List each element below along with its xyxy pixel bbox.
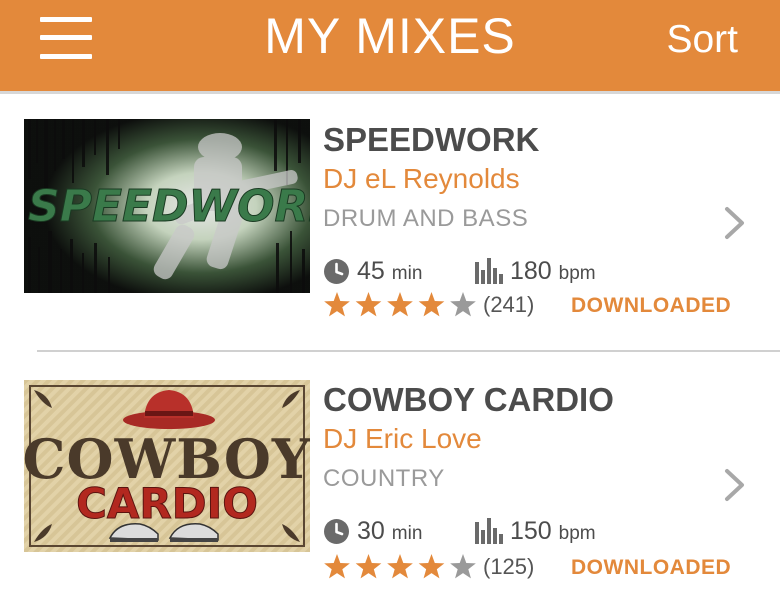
mix-cover-image: SPEEDWORK xyxy=(24,119,310,293)
download-status: DOWNLOADED xyxy=(571,556,732,579)
mix-list-item[interactable]: COWBOY CARDIO COWBOY CARDIO DJ Eric Love… xyxy=(0,356,780,596)
cowboy-cardio-cover-art: COWBOY CARDIO xyxy=(24,380,310,552)
page-title: MY MIXES xyxy=(264,8,516,64)
chevron-right-icon xyxy=(725,207,744,239)
star-empty-icon xyxy=(450,292,476,317)
mix-genre: COUNTRY xyxy=(323,465,445,492)
star-filled-icon xyxy=(387,292,413,317)
cover-title-text: SPEEDWORK xyxy=(28,181,310,232)
star-filled-icon xyxy=(355,554,382,579)
mix-meta: 30 min 150 bpm xyxy=(323,516,723,548)
mix-genre: DRUM AND BASS xyxy=(323,205,529,232)
mix-meta: 45 min 180 bpm xyxy=(323,256,723,288)
sort-button[interactable]: Sort xyxy=(666,18,738,62)
bpm-value: 150 xyxy=(510,517,552,545)
mix-dj-name: DJ eL Reynolds xyxy=(323,163,520,194)
star-rating xyxy=(324,554,476,579)
mix-title: SPEEDWORK xyxy=(323,121,540,158)
duration-unit: min xyxy=(391,523,423,544)
star-filled-icon xyxy=(418,292,445,317)
star-empty-icon xyxy=(450,554,476,579)
app-header: MY MIXES Sort xyxy=(0,0,780,91)
mix-duration: 30 min xyxy=(357,516,422,549)
star-filled-icon xyxy=(355,292,382,317)
download-status: DOWNLOADED xyxy=(571,294,732,317)
rating-count: (125) xyxy=(483,554,535,579)
mix-bpm: 150 bpm xyxy=(510,516,596,549)
star-filled-icon xyxy=(324,554,350,579)
chevron-right-icon xyxy=(725,469,744,501)
star-filled-icon xyxy=(324,292,350,317)
duration-unit: min xyxy=(391,263,423,284)
mix-dj-name: DJ Eric Love xyxy=(323,423,482,454)
clock-icon xyxy=(324,259,349,284)
star-filled-icon xyxy=(387,554,413,579)
star-filled-icon xyxy=(418,554,445,579)
mix-bpm: 180 bpm xyxy=(510,256,596,289)
bpm-unit: bpm xyxy=(558,523,596,544)
bpm-bars-icon xyxy=(475,518,503,544)
bpm-value: 180 xyxy=(510,257,552,285)
speedwork-cover-art: SPEEDWORK xyxy=(24,119,310,293)
mix-rating: (125) DOWNLOADED xyxy=(323,552,731,584)
bpm-unit: bpm xyxy=(558,263,596,284)
star-rating xyxy=(324,292,476,317)
bpm-bars-icon xyxy=(475,258,503,284)
cover-title-bottom: CARDIO xyxy=(76,479,258,528)
mix-rating: (241) DOWNLOADED xyxy=(323,290,731,322)
duration-value: 45 xyxy=(357,257,385,285)
mix-title: COWBOY CARDIO xyxy=(323,381,614,418)
row-divider xyxy=(37,350,780,352)
header-divider xyxy=(0,91,780,94)
rating-count: (241) xyxy=(483,292,535,317)
mix-duration: 45 min xyxy=(357,256,422,289)
duration-value: 30 xyxy=(357,517,385,545)
clock-icon xyxy=(324,519,349,544)
mix-cover-image: COWBOY CARDIO xyxy=(24,380,310,552)
mix-list-item[interactable]: SPEEDWORK SPEEDWORK DJ eL Reynolds DRUM … xyxy=(0,96,780,336)
